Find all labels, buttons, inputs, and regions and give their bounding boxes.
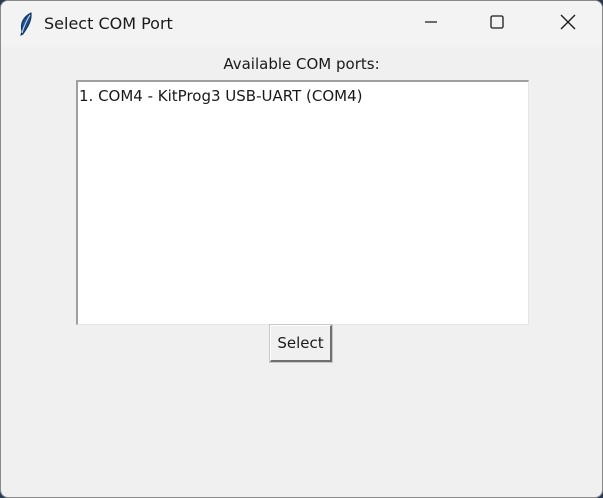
maximize-icon bbox=[489, 14, 505, 34]
minimize-button[interactable] bbox=[402, 1, 460, 47]
com-port-listbox[interactable]: 1. COM4 - KitProg3 USB-UART (COM4) bbox=[76, 80, 529, 325]
close-icon bbox=[559, 13, 577, 35]
list-item[interactable]: 1. COM4 - KitProg3 USB-UART (COM4) bbox=[78, 82, 528, 105]
minimize-icon bbox=[423, 14, 439, 34]
close-button[interactable] bbox=[539, 1, 597, 47]
title-bar[interactable]: Select COM Port bbox=[1, 1, 602, 47]
com-port-dialog: Select COM Port Available COM ports: 1. … bbox=[0, 0, 603, 498]
window-title: Select COM Port bbox=[44, 14, 173, 33]
select-button[interactable]: Select bbox=[269, 324, 333, 363]
feather-icon bbox=[17, 12, 35, 36]
maximize-button[interactable] bbox=[468, 1, 526, 47]
available-ports-label: Available COM ports: bbox=[223, 55, 380, 73]
